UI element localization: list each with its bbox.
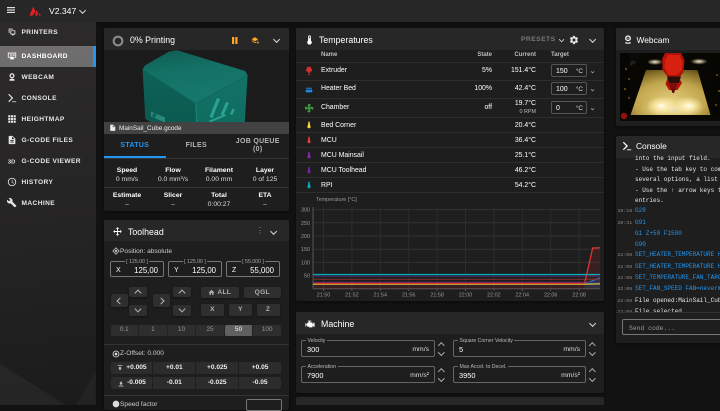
svg-text:21:50: 21:50 <box>317 292 331 298</box>
svg-text:22:02: 22:02 <box>487 292 501 298</box>
svg-text:21:54: 21:54 <box>374 292 388 298</box>
svg-text:3D: 3D <box>7 160 14 166</box>
svg-text:21:58: 21:58 <box>430 292 444 298</box>
svg-text:Temperature [°C]: Temperature [°C] <box>316 197 357 203</box>
svg-text:250: 250 <box>301 220 310 226</box>
svg-text:21:52: 21:52 <box>345 292 359 298</box>
svg-text:22:08: 22:08 <box>572 292 586 298</box>
svg-text:150: 150 <box>301 247 310 253</box>
svg-text:22:00: 22:00 <box>459 292 473 298</box>
svg-text:50: 50 <box>304 273 310 279</box>
svg-text:200: 200 <box>301 234 310 240</box>
svg-text:100: 100 <box>301 260 310 266</box>
svg-text:21:56: 21:56 <box>402 292 416 298</box>
svg-text:22:04: 22:04 <box>516 292 530 298</box>
svg-text:300: 300 <box>301 207 310 213</box>
svg-text:22:06: 22:06 <box>544 292 558 298</box>
